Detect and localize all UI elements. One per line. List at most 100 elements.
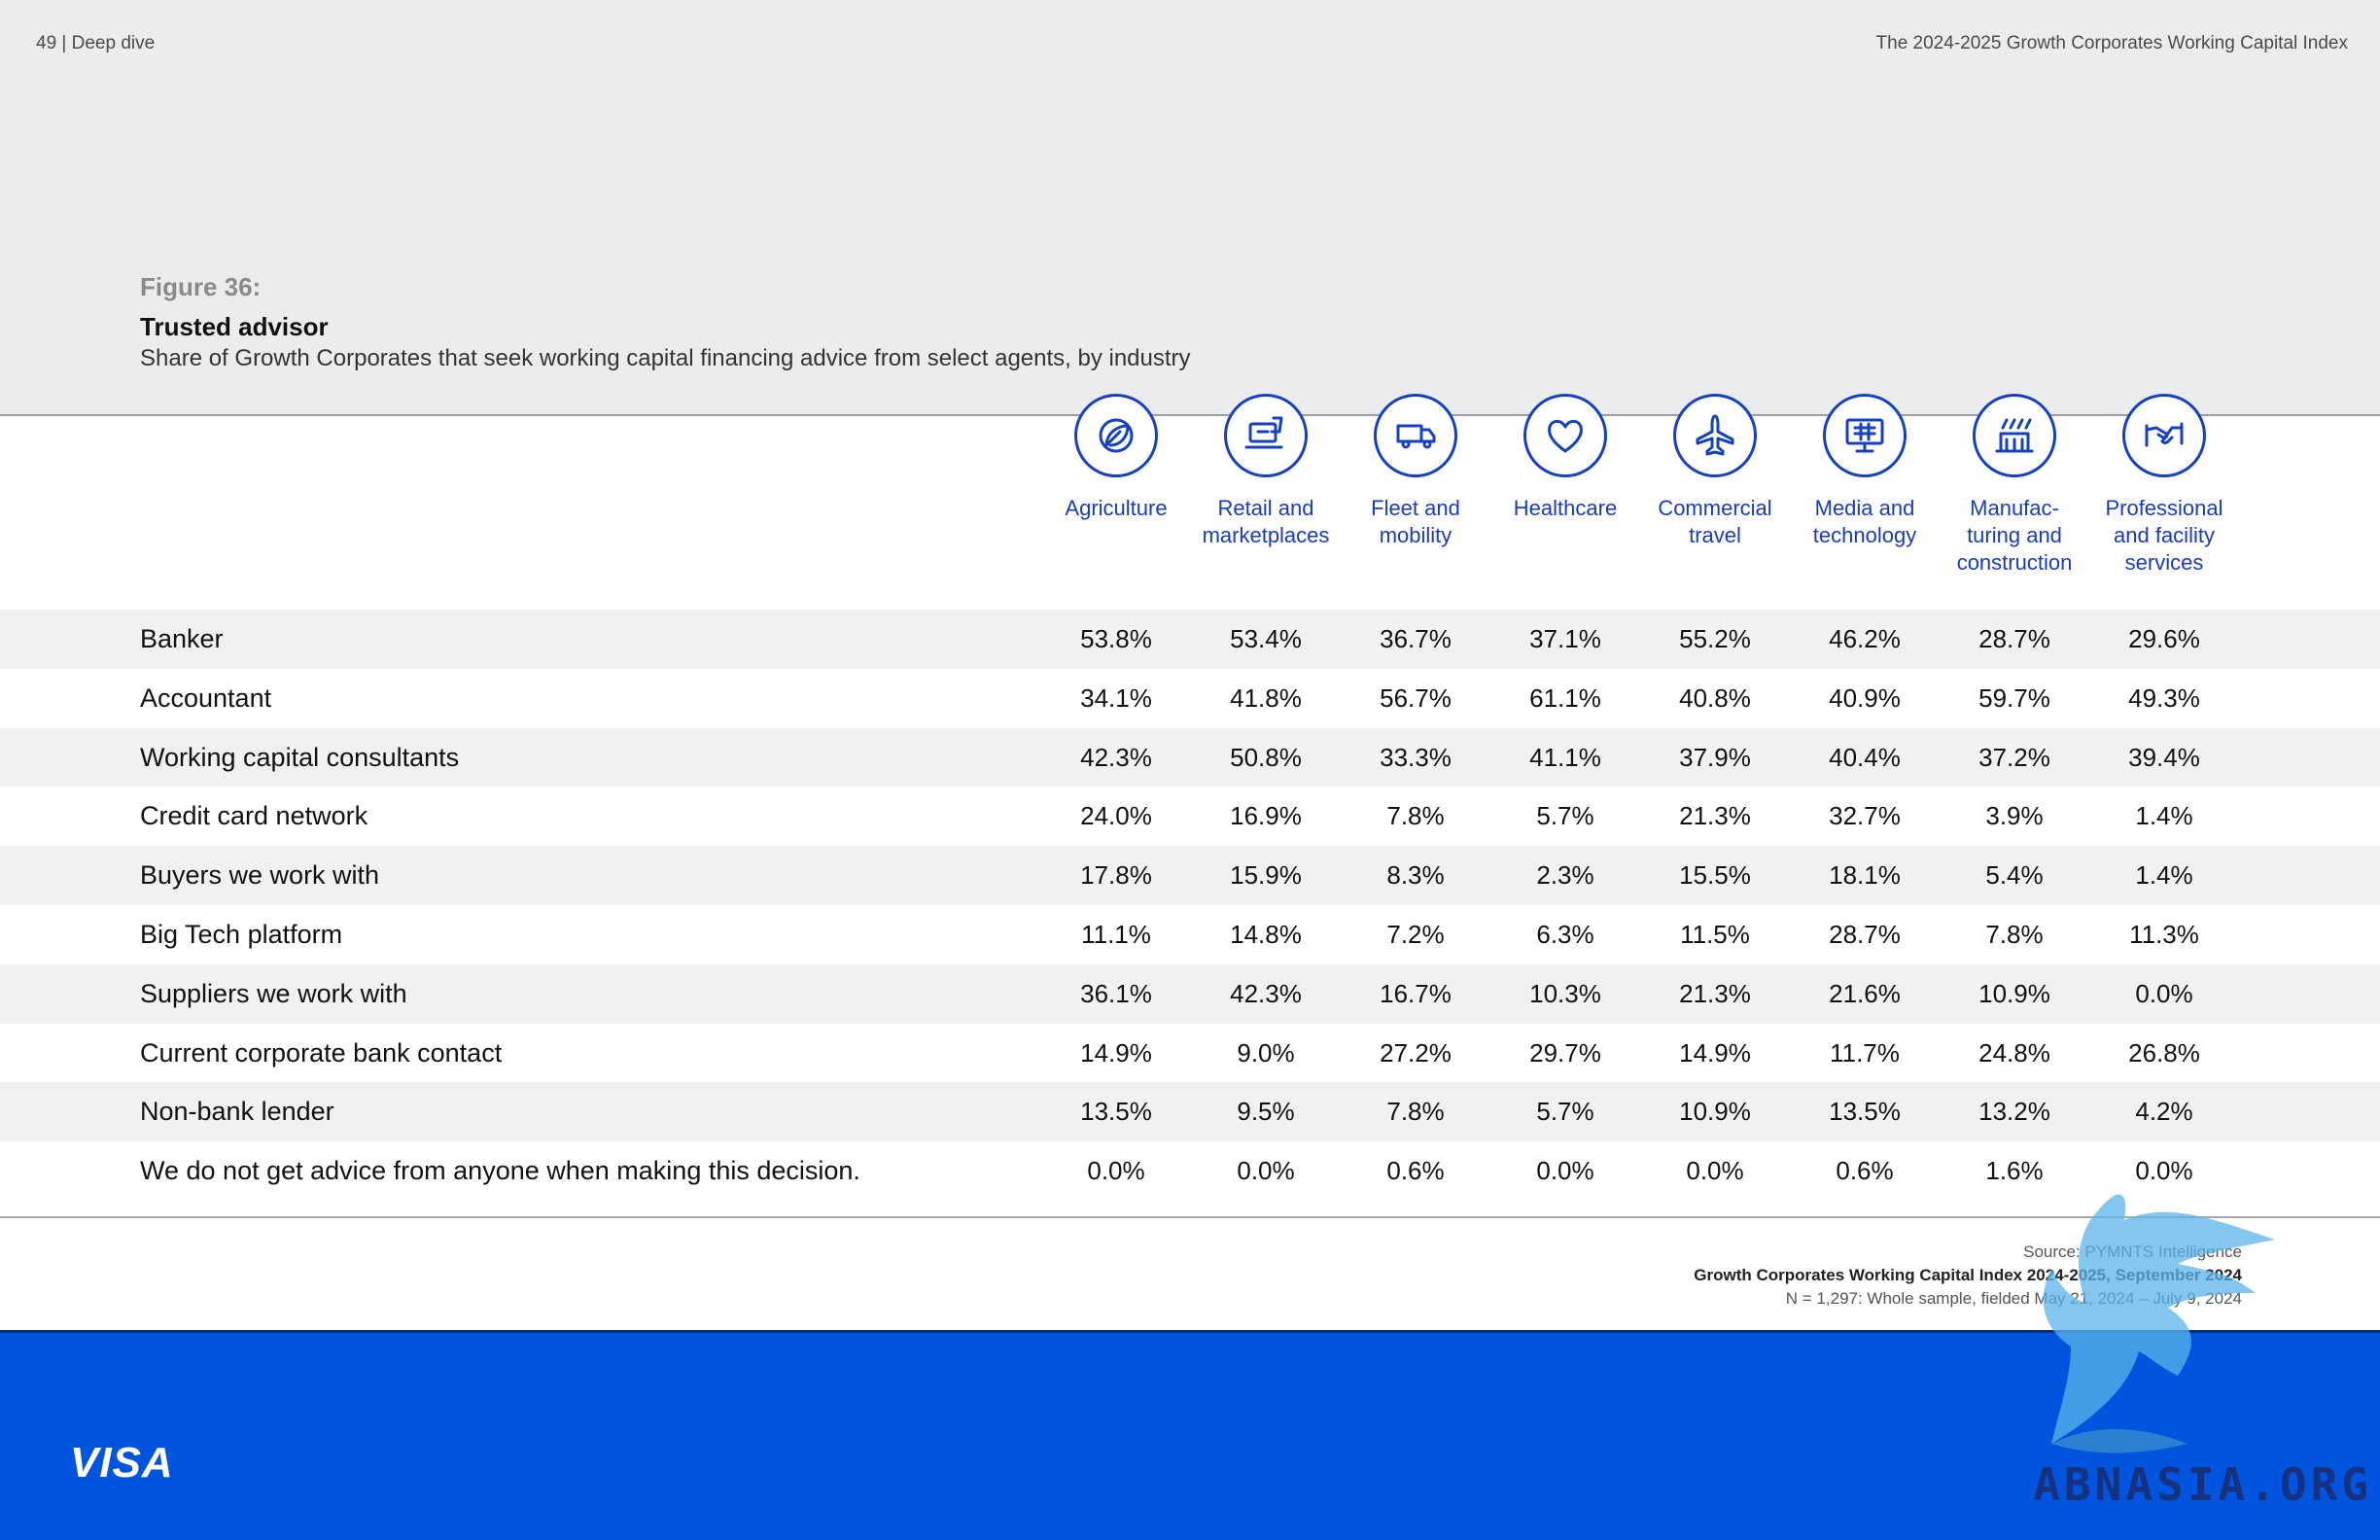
table-cell: 7.8% xyxy=(1386,801,1445,831)
table-cell: 1.4% xyxy=(2135,801,2193,831)
table-row: Current corporate bank contact 14.9% 9.0% 2… xyxy=(0,1024,2380,1083)
table-bottom-divider xyxy=(0,1216,2380,1218)
row-label: Non-bank lender xyxy=(140,1097,334,1127)
table-cell: 21.3% xyxy=(1679,978,1751,1008)
row-label: Credit card network xyxy=(140,801,368,831)
table-cell: 14.8% xyxy=(1230,919,1302,949)
table-cell: 34.1% xyxy=(1080,682,1152,713)
industry-label: Commercial travel xyxy=(1658,496,1772,547)
row-label: Buyers we work with xyxy=(140,860,380,891)
industry-label: Agriculture xyxy=(1065,496,1168,520)
industry-header: Media and technology xyxy=(1790,394,1940,549)
table-cell: 10.9% xyxy=(1978,978,2050,1008)
table-cell: 33.3% xyxy=(1380,742,1452,772)
table-row: Buyers we work with 17.8% 15.9% 8.3% 2.3% 15.… xyxy=(0,846,2380,905)
table-cell: 16.9% xyxy=(1230,801,1302,831)
table-cell: 13.5% xyxy=(1080,1097,1152,1127)
table-cell: 50.8% xyxy=(1230,742,1302,772)
table-row: We do not get advice from anyone when ma… xyxy=(0,1141,2380,1201)
industry-label: Professional and facility services xyxy=(2105,496,2223,575)
table-cell: 24.0% xyxy=(1080,801,1152,831)
table-cell: 59.7% xyxy=(1978,682,2050,713)
table-cell: 29.7% xyxy=(1529,1037,1601,1068)
industry-header: Professional and facility services xyxy=(2089,394,2239,577)
table-row: Accountant 34.1% 41.8% 56.7% 61.1% 40.8% 40.9%… xyxy=(0,669,2380,728)
table-cell: 10.3% xyxy=(1529,978,1601,1008)
table-cell: 11.3% xyxy=(2129,919,2199,949)
report-title: The 2024-2025 Growth Corporates Working … xyxy=(1875,33,2348,53)
table-cell: 37.2% xyxy=(1978,742,2050,772)
industry-header: Fleet and mobility xyxy=(1341,394,1490,549)
table-cell: 10.9% xyxy=(1679,1097,1751,1127)
table-row: Suppliers we work with 36.1% 42.3% 16.7% 10.… xyxy=(0,963,2380,1024)
table-cell: 21.3% xyxy=(1679,801,1751,831)
table-cell: 53.8% xyxy=(1080,624,1152,653)
table-cell: 61.1% xyxy=(1529,682,1601,713)
industry-label: Healthcare xyxy=(1513,496,1618,520)
table-cell: 36.1% xyxy=(1080,978,1152,1008)
industry-header: Healthcare xyxy=(1490,394,1640,522)
table-cell: 28.7% xyxy=(1978,624,2050,653)
truck-icon xyxy=(1374,394,1457,477)
table-row: Non-bank lender 13.5% 9.5% 7.8% 5.7% 10.9% 13.… xyxy=(0,1082,2380,1142)
figure-title: Trusted advisor xyxy=(140,312,329,341)
row-label: Banker xyxy=(140,624,224,653)
table-row: Banker 53.8% 53.4% 36.7% 37.1% 55.2% 46.2% 28.7… xyxy=(0,610,2380,669)
table-cell: 41.1% xyxy=(1529,742,1601,772)
table-cell: 0.0% xyxy=(2135,978,2193,1008)
row-label: We do not get advice from anyone when ma… xyxy=(140,1156,860,1186)
table-cell: 0.6% xyxy=(1836,1156,1894,1186)
leaf-icon xyxy=(1074,394,1158,477)
industry-label: Fleet and mobility xyxy=(1371,496,1460,547)
table-cell: 42.3% xyxy=(1230,978,1302,1008)
table-row: Working capital consultants 42.3% 50.8% 33.… xyxy=(0,727,2380,788)
table-cell: 42.3% xyxy=(1080,742,1152,772)
row-label: Accountant xyxy=(140,682,272,713)
table-cell: 40.4% xyxy=(1829,742,1901,772)
airplane-icon xyxy=(1673,394,1757,477)
industry-header: Commercial travel xyxy=(1640,394,1790,549)
table-cell: 0.6% xyxy=(1386,1156,1445,1186)
table-cell: 0.0% xyxy=(1686,1156,1744,1186)
table-cell: 26.8% xyxy=(2128,1037,2200,1068)
advisor-table: Banker 53.8% 53.4% 36.7% 37.1% 55.2% 46.2% 28.7… xyxy=(0,610,2380,1201)
table-cell: 9.0% xyxy=(1237,1037,1295,1068)
table-cell: 29.6% xyxy=(2128,624,2200,653)
row-label: Suppliers we work with xyxy=(140,978,407,1008)
table-cell: 21.6% xyxy=(1829,978,1901,1008)
table-cell: 15.9% xyxy=(1230,860,1302,891)
table-cell: 13.2% xyxy=(1978,1097,2050,1127)
table-cell: 46.2% xyxy=(1829,624,1901,653)
footer-band xyxy=(0,1330,2380,1540)
table-cell: 7.8% xyxy=(1985,919,2044,949)
table-cell: 9.5% xyxy=(1237,1097,1295,1127)
table-cell: 27.2% xyxy=(1380,1037,1452,1068)
table-cell: 28.7% xyxy=(1829,919,1901,949)
table-cell: 14.9% xyxy=(1080,1037,1152,1068)
table-cell: 1.4% xyxy=(2135,860,2193,891)
table-cell: 40.9% xyxy=(1829,682,1901,713)
table-cell: 13.5% xyxy=(1829,1097,1901,1127)
table-cell: 32.7% xyxy=(1829,801,1901,831)
table-cell: 24.8% xyxy=(1978,1037,2050,1068)
table-cell: 11.5% xyxy=(1680,919,1750,949)
table-cell: 40.8% xyxy=(1679,682,1751,713)
table-cell: 56.7% xyxy=(1380,682,1452,713)
table-cell: 5.7% xyxy=(1536,801,1594,831)
table-cell: 0.0% xyxy=(1237,1156,1295,1186)
table-cell: 55.2% xyxy=(1679,624,1751,653)
industry-label: Media and technology xyxy=(1812,496,1917,547)
watermark-text: ABNASIA.ORG xyxy=(2033,1458,2372,1511)
table-cell: 0.0% xyxy=(1536,1156,1594,1186)
table-cell: 5.7% xyxy=(1536,1097,1594,1127)
table-cell: 7.8% xyxy=(1386,1097,1445,1127)
table-cell: 37.1% xyxy=(1529,624,1601,653)
table-cell: 7.2% xyxy=(1386,919,1445,949)
table-cell: 41.8% xyxy=(1230,682,1302,713)
industry-header: Retail and marketplaces xyxy=(1191,394,1341,549)
row-label: Big Tech platform xyxy=(140,919,343,949)
figure-number: Figure 36: xyxy=(140,272,262,301)
industry-label: Retail and marketplaces xyxy=(1202,496,1330,547)
table-cell: 3.9% xyxy=(1985,801,2044,831)
table-cell: 11.7% xyxy=(1830,1037,1900,1068)
